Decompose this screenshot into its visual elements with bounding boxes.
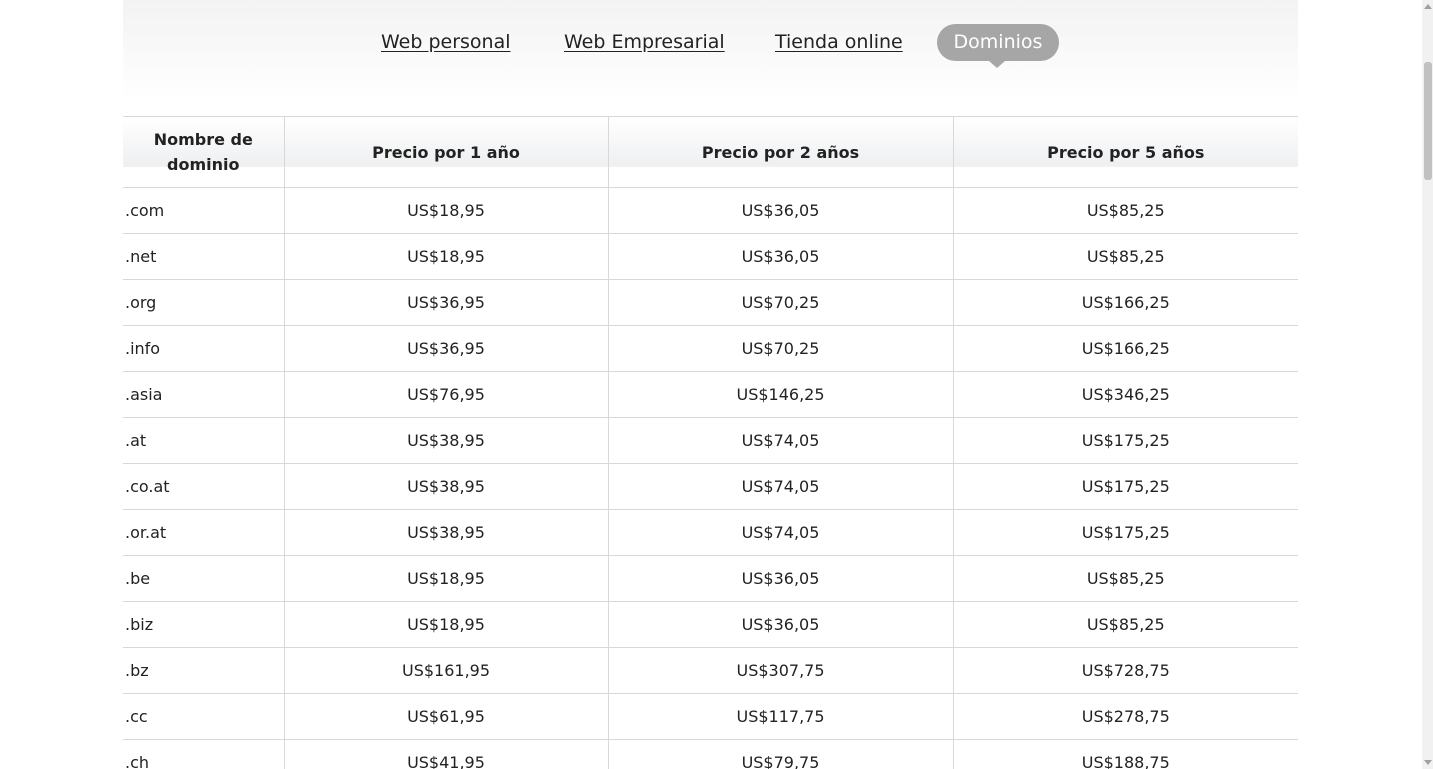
- price-1-year-cell: US$18,95: [283, 601, 608, 648]
- domain-price-table: Nombre de dominio Precio por 1 año Preci…: [123, 116, 1298, 769]
- page: Web personal Web Empresarial Tienda onli…: [0, 0, 1433, 769]
- domain-name-cell: .at: [123, 417, 284, 464]
- price-2-years-cell: US$307,75: [607, 647, 953, 694]
- table-header-row: Nombre de dominio Precio por 1 año Preci…: [123, 116, 1298, 188]
- table-row: .org US$36,95 US$70,25 US$166,25: [123, 279, 1298, 326]
- vertical-scrollbar[interactable]: [1422, 0, 1433, 769]
- price-5-years-cell: US$175,25: [952, 417, 1298, 464]
- header-price-1-year: Precio por 1 año: [283, 116, 608, 188]
- tab-tienda-online[interactable]: Tienda online: [775, 24, 903, 61]
- price-2-years-cell: US$36,05: [607, 601, 953, 648]
- scrollbar-thumb[interactable]: [1424, 62, 1432, 180]
- table-row: .or.at US$38,95 US$74,05 US$175,25: [123, 509, 1298, 556]
- price-2-years-cell: US$117,75: [607, 693, 953, 740]
- price-2-years-cell: US$36,05: [607, 555, 953, 602]
- tab-web-personal[interactable]: Web personal: [381, 24, 511, 61]
- domain-name-cell: .biz: [123, 601, 284, 648]
- scroll-up-arrow-icon[interactable]: [1424, 4, 1432, 9]
- price-5-years-cell: US$346,25: [952, 371, 1298, 418]
- domain-name-cell: .co.at: [123, 463, 284, 510]
- tab-dominios[interactable]: Dominios: [937, 24, 1059, 68]
- scroll-down-arrow-icon[interactable]: [1424, 760, 1432, 765]
- table-row: .biz US$18,95 US$36,05 US$85,25: [123, 601, 1298, 648]
- table-row: .cc US$61,95 US$117,75 US$278,75: [123, 693, 1298, 740]
- main-content: Web personal Web Empresarial Tienda onli…: [123, 0, 1298, 769]
- price-1-year-cell: US$36,95: [283, 325, 608, 372]
- tab-web-empresarial[interactable]: Web Empresarial: [564, 24, 725, 61]
- table-row: .info US$36,95 US$70,25 US$166,25: [123, 325, 1298, 372]
- price-5-years-cell: US$188,75: [952, 739, 1298, 769]
- price-5-years-cell: US$175,25: [952, 463, 1298, 510]
- domain-name-cell: .org: [123, 279, 284, 326]
- price-5-years-cell: US$278,75: [952, 693, 1298, 740]
- price-2-years-cell: US$74,05: [607, 463, 953, 510]
- price-1-year-cell: US$38,95: [283, 463, 608, 510]
- product-tabs: Web personal Web Empresarial Tienda onli…: [123, 0, 1298, 100]
- header-price-5-years: Precio por 5 años: [952, 116, 1298, 188]
- price-5-years-cell: US$166,25: [952, 279, 1298, 326]
- table-row: .com US$18,95 US$36,05 US$85,25: [123, 187, 1298, 234]
- price-5-years-cell: US$85,25: [952, 187, 1298, 234]
- price-2-years-cell: US$70,25: [607, 279, 953, 326]
- price-2-years-cell: US$36,05: [607, 233, 953, 280]
- table-row: .ch US$41,95 US$79,75 US$188,75: [123, 739, 1298, 769]
- price-2-years-cell: US$74,05: [607, 417, 953, 464]
- price-5-years-cell: US$85,25: [952, 233, 1298, 280]
- table-row: .net US$18,95 US$36,05 US$85,25: [123, 233, 1298, 280]
- price-1-year-cell: US$36,95: [283, 279, 608, 326]
- price-1-year-cell: US$61,95: [283, 693, 608, 740]
- domain-name-cell: .ch: [123, 739, 284, 769]
- domain-name-cell: .be: [123, 555, 284, 602]
- price-1-year-cell: US$38,95: [283, 417, 608, 464]
- price-2-years-cell: US$79,75: [607, 739, 953, 769]
- domain-name-cell: .bz: [123, 647, 284, 694]
- price-5-years-cell: US$728,75: [952, 647, 1298, 694]
- price-2-years-cell: US$146,25: [607, 371, 953, 418]
- domain-name-cell: .com: [123, 187, 284, 234]
- domain-name-cell: .info: [123, 325, 284, 372]
- price-1-year-cell: US$41,95: [283, 739, 608, 769]
- domain-name-cell: .net: [123, 233, 284, 280]
- table-row: .co.at US$38,95 US$74,05 US$175,25: [123, 463, 1298, 510]
- price-1-year-cell: US$38,95: [283, 509, 608, 556]
- domain-name-cell: .cc: [123, 693, 284, 740]
- price-5-years-cell: US$85,25: [952, 555, 1298, 602]
- header-domain-name: Nombre de dominio: [123, 116, 284, 188]
- price-5-years-cell: US$166,25: [952, 325, 1298, 372]
- table-row: .be US$18,95 US$36,05 US$85,25: [123, 555, 1298, 602]
- price-2-years-cell: US$70,25: [607, 325, 953, 372]
- price-1-year-cell: US$18,95: [283, 233, 608, 280]
- price-1-year-cell: US$161,95: [283, 647, 608, 694]
- price-5-years-cell: US$175,25: [952, 509, 1298, 556]
- price-1-year-cell: US$76,95: [283, 371, 608, 418]
- table-row: .asia US$76,95 US$146,25 US$346,25: [123, 371, 1298, 418]
- table-row: .bz US$161,95 US$307,75 US$728,75: [123, 647, 1298, 694]
- price-1-year-cell: US$18,95: [283, 187, 608, 234]
- price-1-year-cell: US$18,95: [283, 555, 608, 602]
- domain-name-cell: .or.at: [123, 509, 284, 556]
- table-row: .at US$38,95 US$74,05 US$175,25: [123, 417, 1298, 464]
- price-2-years-cell: US$36,05: [607, 187, 953, 234]
- header-price-2-years: Precio por 2 años: [607, 116, 953, 188]
- header-domain-name-label: Nombre de dominio: [153, 130, 253, 174]
- price-2-years-cell: US$74,05: [607, 509, 953, 556]
- price-5-years-cell: US$85,25: [952, 601, 1298, 648]
- domain-name-cell: .asia: [123, 371, 284, 418]
